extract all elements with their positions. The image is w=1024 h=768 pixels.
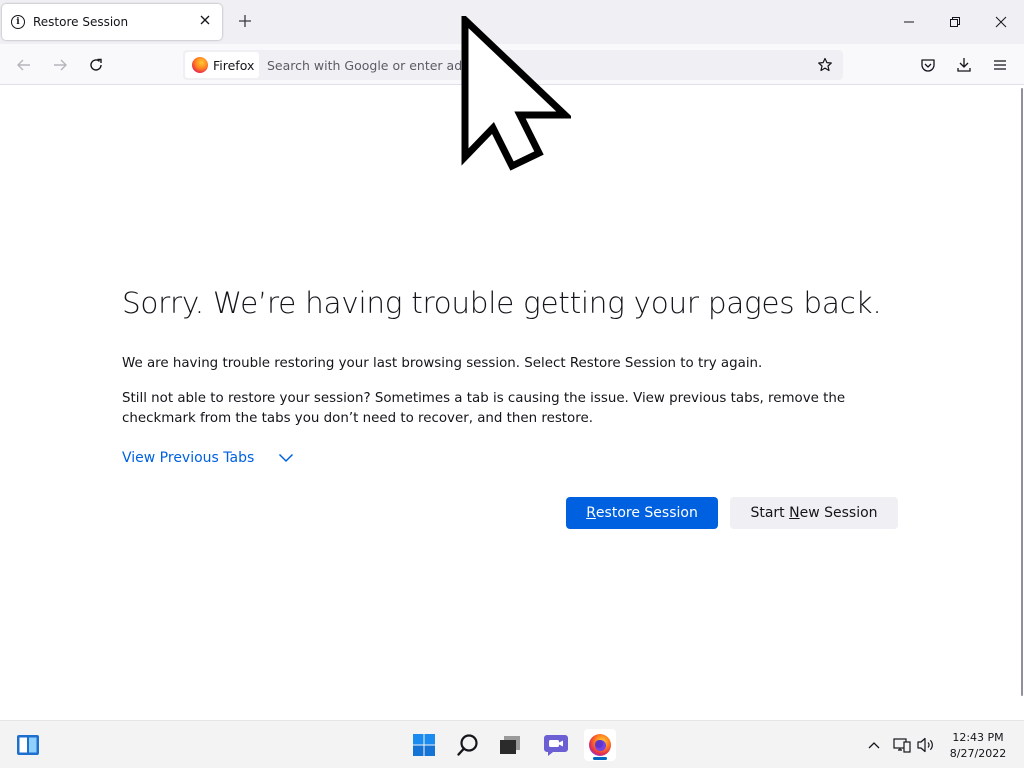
identity-label: Firefox (213, 57, 255, 73)
taskbar-search-button[interactable] (452, 729, 484, 761)
new-session-access-key: N (789, 505, 800, 521)
tab-close-button[interactable] (197, 14, 213, 30)
network-icon (893, 738, 911, 753)
close-window-button[interactable] (987, 8, 1015, 36)
firefox-logo-icon (192, 57, 208, 73)
info-icon: i (11, 15, 25, 29)
task-view-icon (500, 736, 520, 754)
page-title: Sorry. We’re having trouble getting your… (122, 286, 882, 320)
close-icon (995, 16, 1007, 28)
taskbar-active-indicator (593, 757, 607, 760)
widgets-icon (17, 735, 39, 755)
chat-icon (544, 735, 568, 756)
restore-window-button[interactable] (941, 8, 969, 36)
start-new-session-button[interactable]: Start New Session (730, 497, 898, 529)
bookmark-star-button[interactable] (814, 54, 836, 76)
volume-button[interactable] (916, 735, 936, 755)
tab-title: Restore Session (33, 15, 129, 29)
start-button[interactable] (408, 729, 440, 761)
search-icon (457, 734, 478, 756)
chat-button[interactable] (540, 729, 572, 761)
new-tab-button[interactable] (234, 10, 256, 32)
scrollbar-thumb[interactable] (1021, 88, 1023, 696)
page-content: Sorry. We’re having trouble getting your… (0, 86, 1024, 720)
error-description: We are having trouble restoring your las… (122, 356, 763, 371)
forward-button[interactable] (47, 52, 73, 78)
restore-session-button[interactable]: Restore Session (566, 497, 718, 529)
minimize-icon (904, 21, 914, 23)
reload-button[interactable] (83, 52, 109, 78)
pocket-button[interactable] (915, 52, 941, 78)
tab-restore-session[interactable]: i Restore Session (2, 4, 222, 40)
firefox-icon (589, 734, 611, 756)
bookmark-star-icon (818, 57, 832, 72)
volume-icon (917, 737, 933, 753)
new-session-prefix: Start (750, 505, 790, 521)
minimize-button[interactable] (895, 8, 923, 36)
chevron-down-icon (278, 453, 294, 463)
pocket-icon (921, 59, 935, 72)
restore-icon (950, 17, 960, 27)
show-hidden-icons-button[interactable] (864, 735, 884, 755)
clock-date: 8/27/2022 (949, 747, 1007, 760)
windows-start-icon (413, 734, 435, 756)
close-icon (200, 15, 210, 25)
downloads-button[interactable] (951, 52, 977, 78)
task-view-button[interactable] (494, 729, 526, 761)
taskbar: 12:43 PM 8/27/2022 (0, 720, 1024, 768)
view-previous-tabs-toggle[interactable]: View Previous Tabs (122, 450, 294, 466)
chevron-up-icon (868, 742, 880, 749)
restore-session-suffix: estore Session (595, 505, 698, 521)
identity-box[interactable]: Firefox (185, 52, 259, 78)
view-previous-tabs-label: View Previous Tabs (122, 450, 255, 466)
url-bar[interactable]: Firefox (183, 50, 843, 80)
reload-icon (90, 58, 102, 71)
hamburger-menu-icon (994, 60, 1006, 70)
back-arrow-icon (17, 59, 30, 71)
new-session-suffix: ew Session (799, 505, 878, 521)
system-clock[interactable]: 12:43 PM 8/27/2022 (944, 730, 1012, 762)
scrollbar[interactable] (1020, 86, 1024, 720)
navigation-toolbar: Firefox (0, 44, 1024, 85)
app-menu-button[interactable] (987, 52, 1013, 78)
restore-session-access-key: R (586, 505, 596, 521)
url-input[interactable] (267, 54, 787, 76)
forward-arrow-icon (54, 59, 67, 71)
network-button[interactable] (892, 735, 912, 755)
tab-strip: i Restore Session (0, 0, 1024, 44)
download-icon (957, 58, 971, 72)
widgets-button[interactable] (12, 729, 44, 761)
plus-icon (239, 15, 251, 27)
clock-time: 12:43 PM (952, 731, 1004, 744)
error-help-text: Still not able to restore your session? … (122, 391, 846, 426)
back-button[interactable] (11, 52, 37, 78)
